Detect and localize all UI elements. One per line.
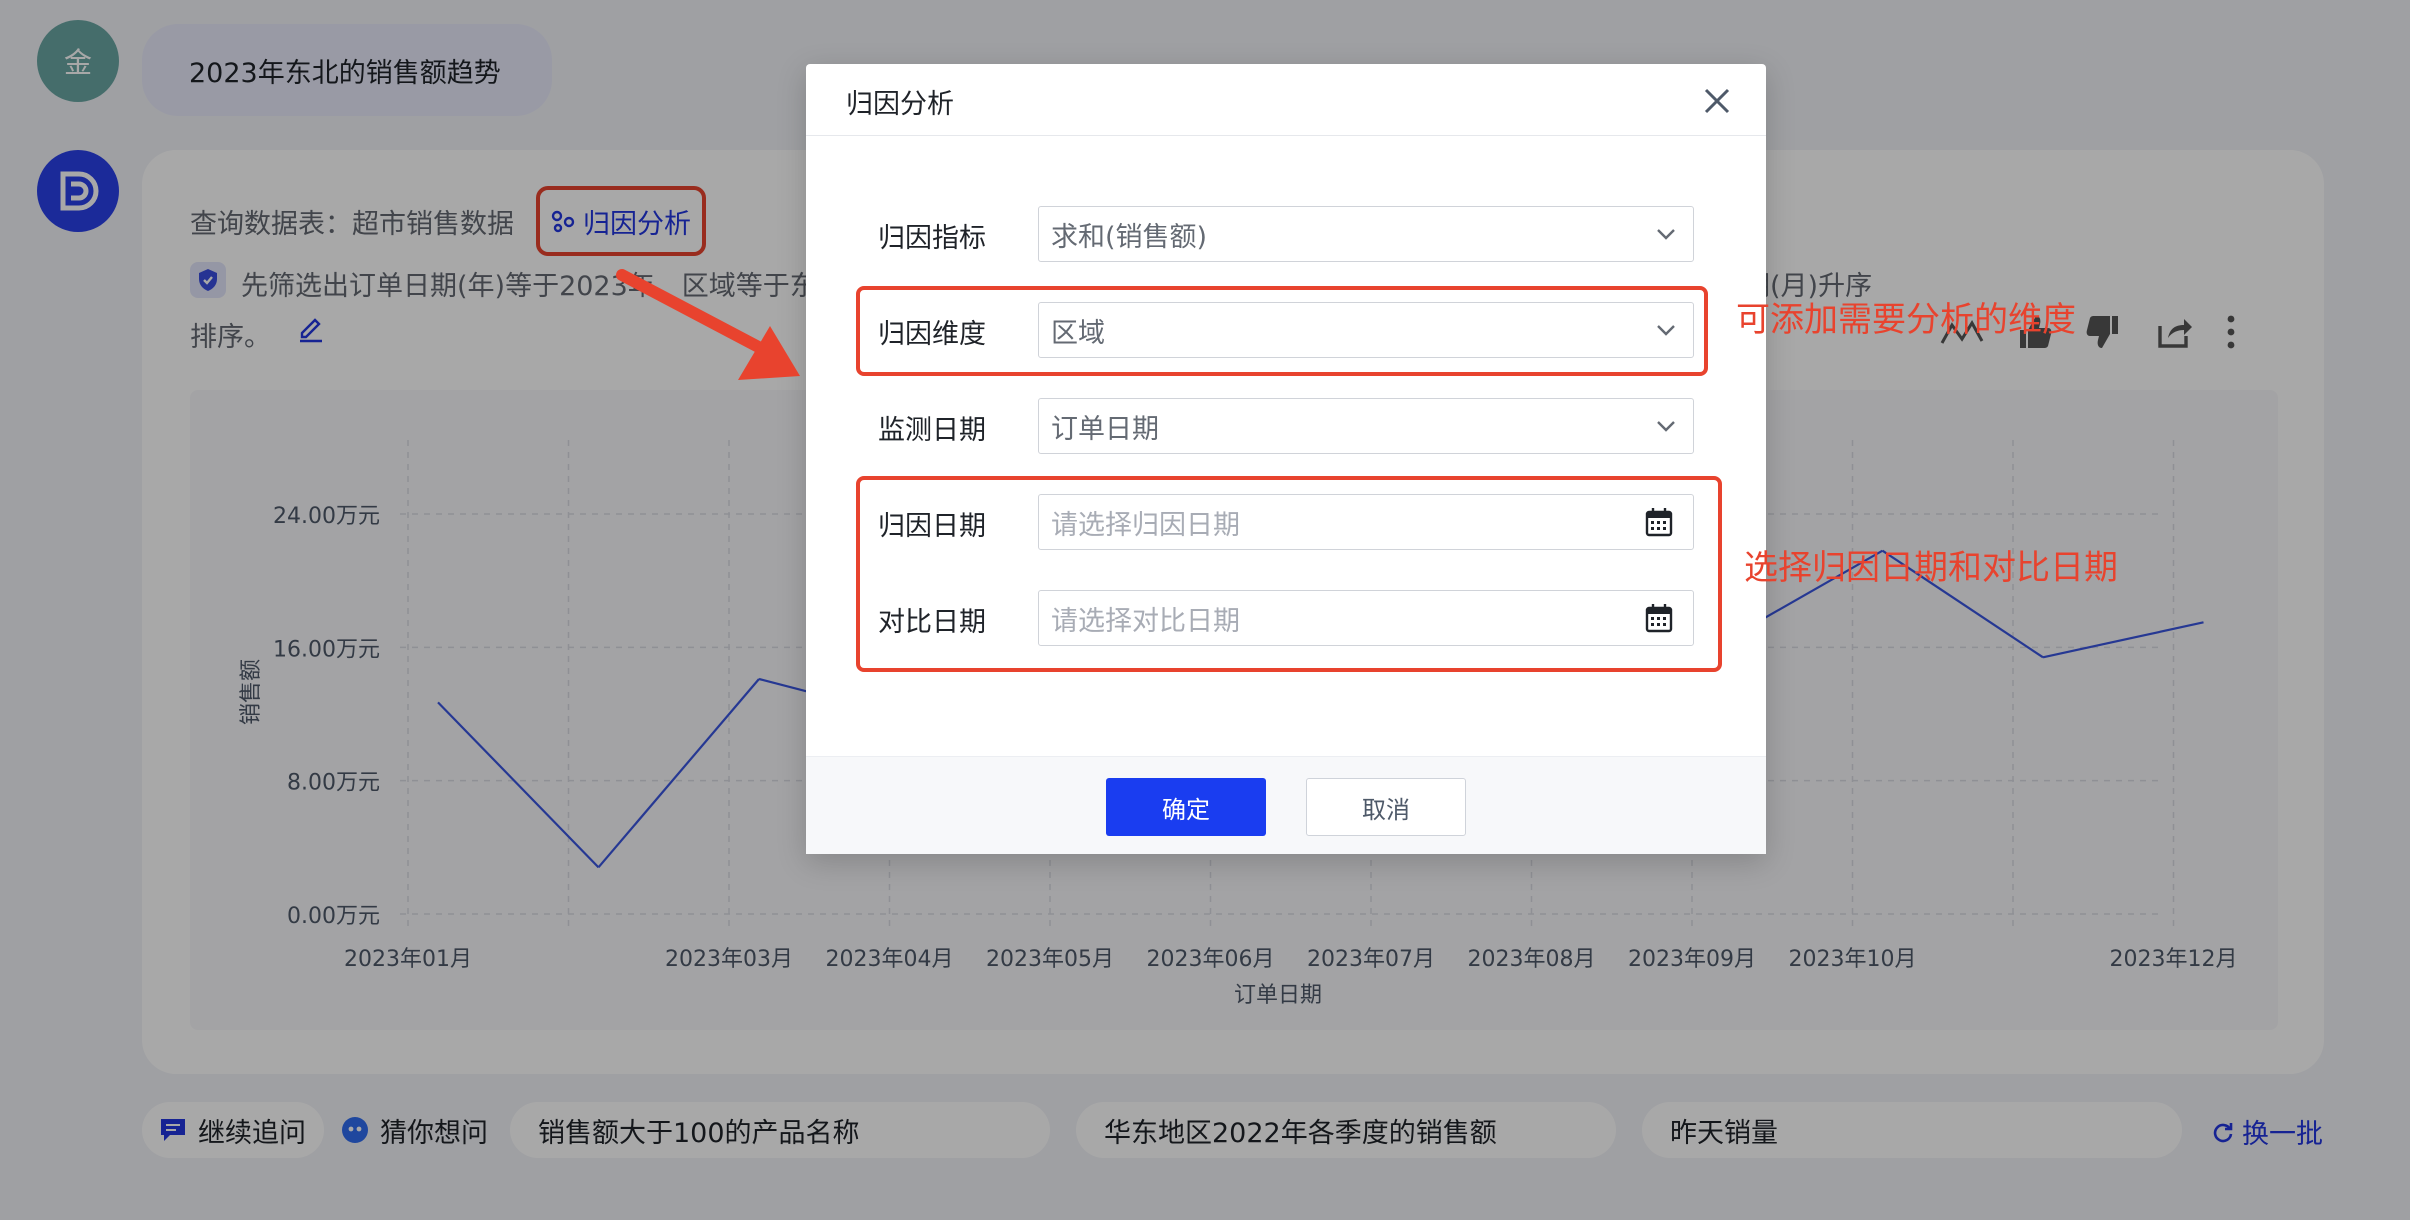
monitor-date-value: 订单日期 [1051, 413, 1159, 445]
monitor-date-select[interactable]: 订单日期 [1038, 398, 1694, 454]
modal-title: 归因分析 [846, 89, 954, 120]
metric-select-value: 求和(销售额) [1051, 221, 1208, 253]
modal-footer [806, 756, 1766, 854]
attribution-modal: 归因分析 归因指标 求和(销售额) 归因维度 区域 监测日期 订单日期 归因日期… [806, 64, 1766, 854]
close-icon[interactable] [1700, 84, 1734, 118]
highlight-dimension-box [856, 286, 1708, 376]
annotation-date-note: 选择归因日期和对比日期 [1744, 548, 2118, 588]
metric-select[interactable]: 求和(销售额) [1038, 206, 1694, 262]
confirm-button[interactable]: 确定 [1106, 778, 1266, 836]
field-label-monitor-date: 监测日期 [878, 415, 986, 446]
field-label-metric: 归因指标 [878, 223, 986, 254]
highlight-date-box [856, 476, 1722, 672]
chevron-down-icon [1657, 229, 1675, 240]
cancel-button[interactable]: 取消 [1306, 778, 1466, 836]
annotation-dimension-note: 可添加需要分析的维度 [1736, 300, 2076, 340]
chevron-down-icon [1657, 421, 1675, 432]
